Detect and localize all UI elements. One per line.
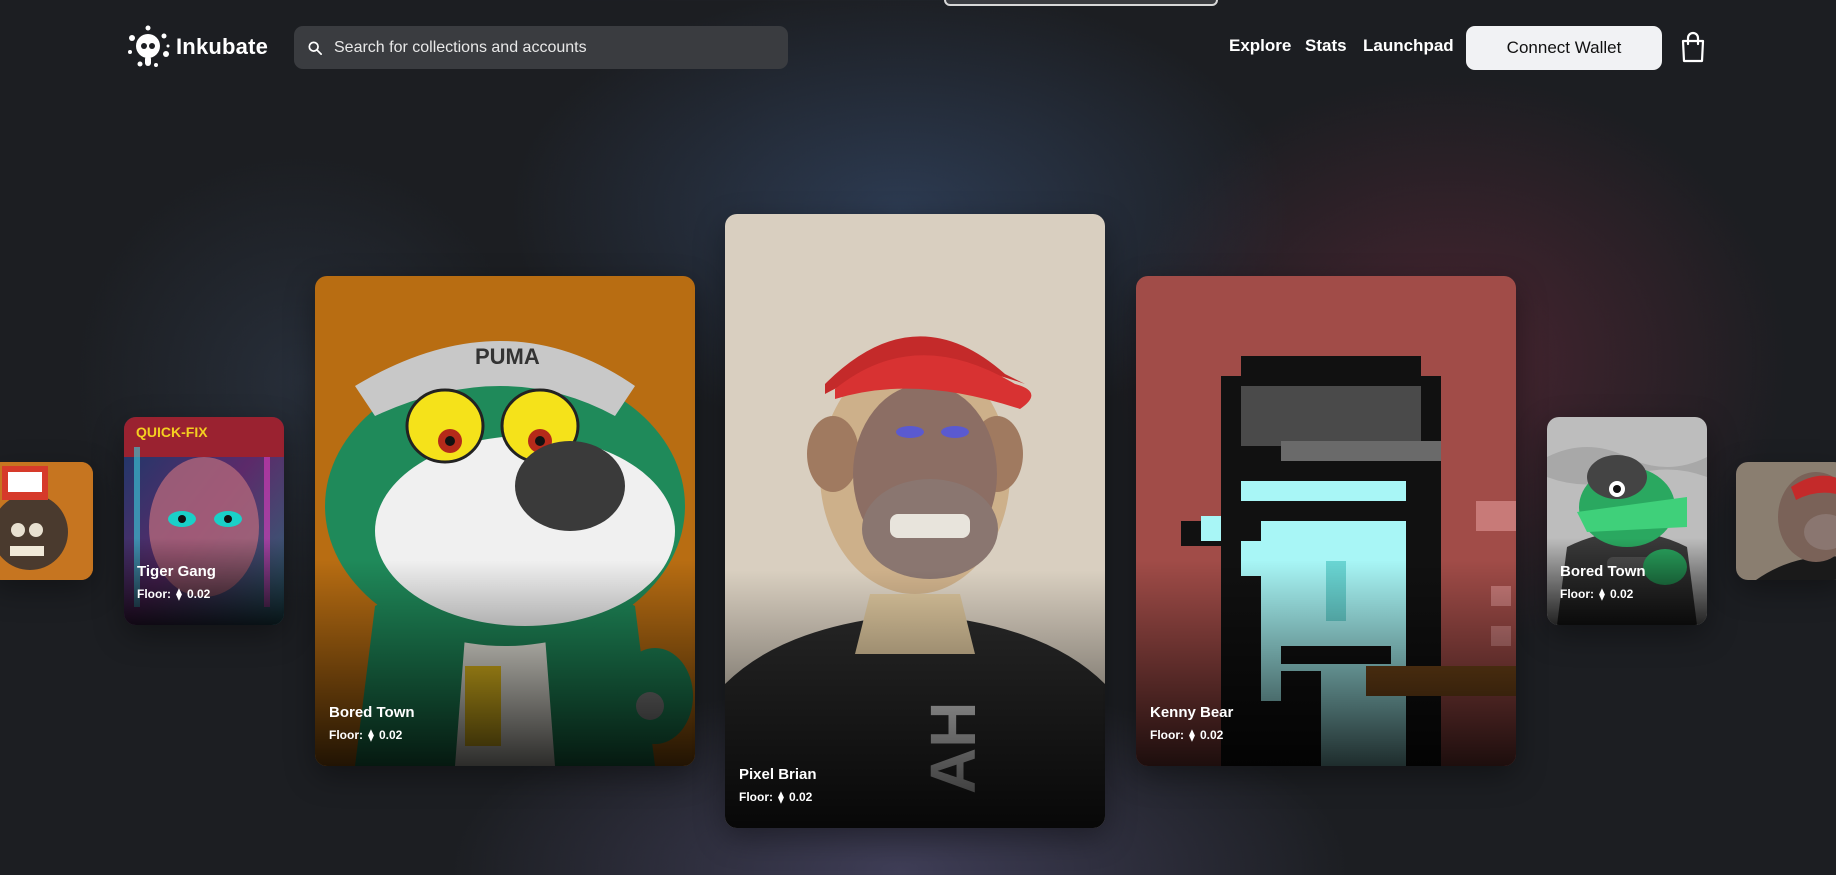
ethereum-icon: ⧫ [1599,587,1605,601]
floor-value: 0.02 [378,728,403,742]
browser-tab-indicator [944,0,1218,6]
search-input[interactable] [332,37,776,58]
collection-card-bored-town[interactable]: PUMA Bored Town Floor: ⧫ 0.02 [315,276,695,766]
floor-price: Floor: ⧫ 0.02 [1560,587,1633,601]
connect-wallet-button[interactable]: Connect Wallet [1466,26,1662,70]
collection-name: Bored Town [1560,563,1646,580]
nft-artwork-image [0,462,93,580]
brand-name: Inkubate [176,34,269,59]
card-gradient-overlay [124,537,284,625]
floor-label: Floor: [1560,587,1594,601]
floor-label: Floor: [739,790,773,804]
inkubate-logo-icon [128,25,170,67]
collection-card-pixel-brian[interactable]: AH Pixel Brian Floor: ⧫ 0.02 [725,214,1105,828]
card-gradient-overlay [1547,537,1707,625]
floor-label: Floor: [1150,728,1184,742]
collection-card-bored-town-small[interactable]: Bored Town Floor: ⧫ 0.02 [1547,417,1707,625]
floor-label: Floor: [329,728,363,742]
collection-name: Kenny Bear [1150,704,1234,721]
floor-value: 0.02 [788,790,813,804]
floor-value: 0.02 [1199,728,1224,742]
ethereum-icon: ⧫ [368,728,374,742]
nft-artwork-image [1736,462,1836,580]
floor-value: 0.02 [1609,587,1634,601]
nav-explore[interactable]: Explore [1229,36,1291,56]
ethereum-icon: ⧫ [1189,728,1195,742]
collection-name: Tiger Gang [137,563,216,580]
art-label-puma: PUMA [475,344,540,369]
ethereum-icon: ⧫ [176,587,182,601]
nav-launchpad[interactable]: Launchpad [1363,36,1454,56]
floor-price: Floor: ⧫ 0.02 [739,790,812,804]
collection-card-tiger-gang[interactable]: QUICK-FIX Tiger Gang Floor: ⧫ 0.02 [124,417,284,625]
floor-label: Floor: [137,587,171,601]
search-icon [308,40,322,55]
floor-price: Floor: ⧫ 0.02 [1150,728,1223,742]
art-label-quick-fix: QUICK-FIX [136,424,208,440]
brand-logo[interactable]: Inkubate [124,24,268,70]
collection-name: Bored Town [329,704,415,721]
nav-stats[interactable]: Stats [1305,36,1347,56]
floor-price: Floor: ⧫ 0.02 [137,587,210,601]
search-bar[interactable] [294,26,788,69]
collection-name: Pixel Brian [739,766,817,783]
carousel-card-far-right[interactable] [1736,462,1836,580]
collection-card-kenny-bear[interactable]: Kenny Bear Floor: ⧫ 0.02 [1136,276,1516,766]
ethereum-icon: ⧫ [778,790,784,804]
floor-value: 0.02 [186,587,211,601]
floor-price: Floor: ⧫ 0.02 [329,728,402,742]
shopping-bag-icon[interactable] [1680,31,1706,63]
carousel-card-far-left[interactable] [0,462,93,580]
